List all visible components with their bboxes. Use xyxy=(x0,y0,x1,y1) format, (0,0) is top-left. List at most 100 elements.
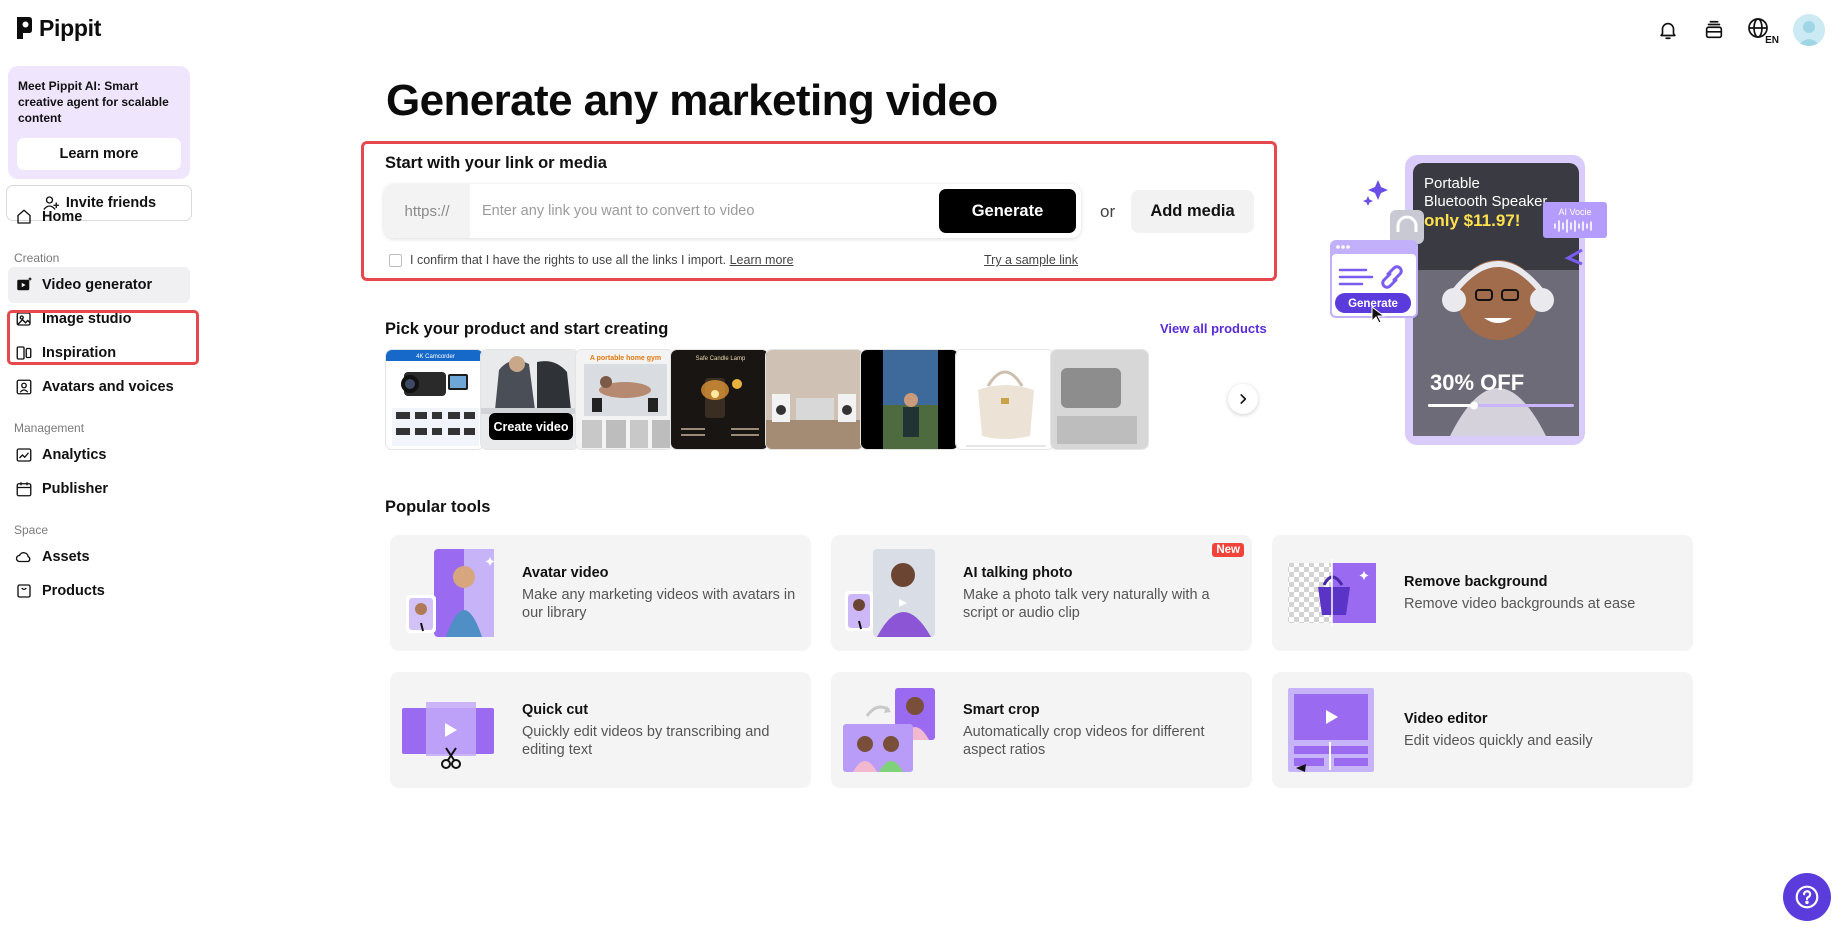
sidebar-item-label: Assets xyxy=(42,549,90,565)
calendar-icon xyxy=(16,482,32,497)
smart-crop-icon xyxy=(843,688,935,772)
tool-card-smart-crop[interactable]: Smart crop Automatically crop videos for… xyxy=(831,672,1252,788)
remove-background-icon xyxy=(1288,559,1376,627)
sidebar-item-home[interactable]: Home xyxy=(8,199,190,235)
inbox-icon[interactable] xyxy=(1701,17,1727,43)
try-sample-link[interactable]: Try a sample link xyxy=(984,253,1078,267)
chevron-right-icon xyxy=(1240,394,1247,404)
product-thumb-camcorder[interactable]: 4K Camcorder xyxy=(385,349,484,450)
sidebar-item-video-generator[interactable]: Video generator xyxy=(8,267,190,303)
home-icon xyxy=(17,209,31,224)
or-separator: or xyxy=(1100,202,1116,221)
hero-art-price: only $11.97! xyxy=(1424,211,1520,230)
language-icon[interactable]: EN xyxy=(1747,17,1779,46)
product-thumb-label: A portable home gym xyxy=(590,355,661,362)
sidebar-item-label: Inspiration xyxy=(42,345,117,361)
tool-desc: Make a photo talk very naturally with a … xyxy=(963,586,1210,621)
add-media-button[interactable]: Add media xyxy=(1131,190,1254,233)
sidebar-item-publisher[interactable]: Publisher xyxy=(8,471,190,507)
hero-art-title-line1: Portable xyxy=(1424,175,1480,192)
video-editor-icon xyxy=(1288,688,1374,772)
learn-more-button[interactable]: Learn more xyxy=(17,138,181,170)
section-space: Space xyxy=(14,523,49,537)
generate-button[interactable]: Generate xyxy=(939,189,1076,233)
products-icon xyxy=(17,584,31,598)
hero-art-voice-tag: AI Vocie xyxy=(1558,207,1591,217)
confirm-rights-text: I confirm that I have the rights to use … xyxy=(410,253,794,267)
sidebar-item-products[interactable]: Products xyxy=(8,573,190,609)
tool-card-avatar-video[interactable]: Avatar video Make any marketing videos w… xyxy=(390,535,811,651)
app-logo[interactable]: Pippit xyxy=(14,14,101,42)
sidebar-item-label: Avatars and voices xyxy=(42,379,174,395)
question-icon xyxy=(1795,885,1819,909)
product-thumb-speakers[interactable] xyxy=(765,349,864,450)
avatar-video-icon xyxy=(406,549,494,637)
sidebar-item-label: Video generator xyxy=(42,277,153,293)
sidebar-item-label: Home xyxy=(42,209,83,225)
tool-desc: Remove video backgrounds at ease xyxy=(1404,595,1636,612)
url-prefix: https:// xyxy=(384,184,470,238)
sidebar-item-inspiration[interactable]: Inspiration xyxy=(8,335,190,371)
sidebar-item-label: Publisher xyxy=(42,481,109,497)
tool-desc: Edit videos quickly and easily xyxy=(1404,732,1593,749)
language-label: EN xyxy=(1765,35,1779,46)
view-all-products-link[interactable]: View all products xyxy=(1160,321,1267,336)
link-section-heading: Start with your link or media xyxy=(385,154,607,172)
product-thumb-label: Safe Candle Lamp xyxy=(696,356,746,362)
inspiration-icon xyxy=(16,346,32,360)
tool-title: Smart crop xyxy=(963,701,1040,718)
product-thumb-handbag[interactable] xyxy=(955,349,1054,450)
app-name: Pippit xyxy=(39,14,102,41)
user-avatar[interactable] xyxy=(1793,14,1825,46)
create-video-button[interactable]: Create video xyxy=(489,413,573,440)
products-next-button[interactable] xyxy=(1228,384,1258,414)
product-strip: 4K Camcorder Create video A portable hom… xyxy=(385,349,1258,450)
confirm-rights-row: I confirm that I have the rights to use … xyxy=(389,253,794,267)
sidebar-item-assets[interactable]: Assets xyxy=(8,539,190,575)
sidebar-item-label: Image studio xyxy=(42,311,132,327)
hero-illustration: Portable Bluetooth Speaker only $11.97! … xyxy=(1330,150,1650,450)
sidebar-item-image-studio[interactable]: Image studio xyxy=(8,301,190,337)
confirm-rights-checkbox[interactable] xyxy=(389,253,402,267)
tool-title: Quick cut xyxy=(522,701,589,718)
tool-title: Remove background xyxy=(1404,573,1548,590)
tool-title: Video editor xyxy=(1404,710,1488,727)
section-management: Management xyxy=(14,421,85,435)
pippit-logo-icon xyxy=(17,17,32,39)
sidebar-item-avatars-and-voices[interactable]: Avatars and voices xyxy=(8,369,190,405)
image-studio-icon xyxy=(16,312,31,326)
url-input[interactable] xyxy=(470,184,939,238)
tool-desc: Make any marketing videos with avatars i… xyxy=(522,586,796,621)
product-thumb-home-gym[interactable]: A portable home gym xyxy=(575,349,674,450)
sidebar: Meet Pippit AI: Smart creative agent for… xyxy=(0,60,200,949)
sidebar-item-analytics[interactable]: Analytics xyxy=(8,437,190,473)
avatar-voice-icon xyxy=(16,379,32,395)
cloud-icon xyxy=(15,552,31,563)
confirm-learn-more-link[interactable]: Learn more xyxy=(730,253,794,267)
page-title: Generate any marketing video xyxy=(386,76,998,125)
tool-desc: Quickly edit videos by transcribing and … xyxy=(522,723,770,758)
help-button[interactable] xyxy=(1783,873,1831,921)
promo-card: Meet Pippit AI: Smart creative agent for… xyxy=(8,66,190,179)
products-heading: Pick your product and start creating xyxy=(385,320,669,338)
tool-desc: Automatically crop videos for different … xyxy=(963,723,1205,758)
top-actions: EN xyxy=(1655,10,1825,50)
analytics-icon xyxy=(16,448,32,462)
tool-card-ai-talking-photo[interactable]: AI talking photo Make a photo talk very … xyxy=(831,535,1252,651)
url-input-group: https:// Generate xyxy=(384,184,1081,238)
promo-text: Meet Pippit AI: Smart creative agent for… xyxy=(18,79,169,125)
product-thumb-candle-lamp[interactable]: Safe Candle Lamp xyxy=(670,349,769,450)
tool-card-quick-cut[interactable]: Quick cut Quickly edit videos by transcr… xyxy=(390,672,811,788)
sidebar-item-label: Products xyxy=(42,583,105,599)
bell-icon[interactable] xyxy=(1655,17,1681,43)
product-thumb-jacket[interactable]: Create video xyxy=(480,349,579,450)
product-thumb-extra[interactable] xyxy=(1050,349,1149,450)
tool-card-video-editor[interactable]: Video editor Edit videos quickly and eas… xyxy=(1272,672,1693,788)
popular-tools-heading: Popular tools xyxy=(385,498,491,516)
new-badge: New xyxy=(1212,543,1244,557)
quick-cut-icon xyxy=(402,702,494,769)
tool-title: Avatar video xyxy=(522,564,609,581)
product-thumb-outdoor[interactable] xyxy=(860,349,959,450)
tool-card-remove-background[interactable]: Remove background Remove video backgroun… xyxy=(1272,535,1693,651)
sidebar-item-label: Analytics xyxy=(42,447,107,463)
